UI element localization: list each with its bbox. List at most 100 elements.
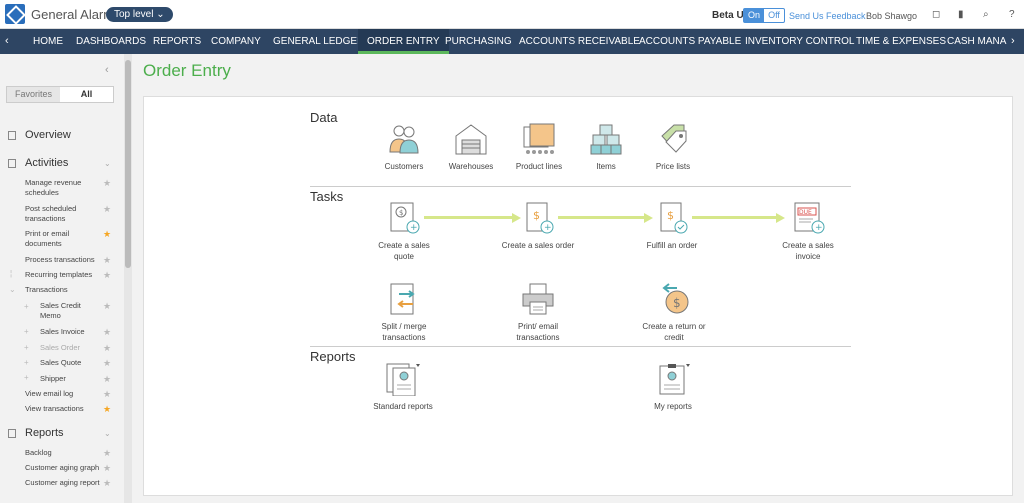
nav-general-ledger[interactable]: GENERAL LEDGER <box>273 29 364 54</box>
company-name[interactable]: General Alarm <box>31 7 114 22</box>
print-email-tile[interactable]: Print/ email transactions <box>506 282 570 343</box>
tab-all[interactable]: All <box>60 87 113 102</box>
svg-text:DUE: DUE <box>799 209 812 216</box>
beta-ui-toggle[interactable]: On Off <box>743 8 785 23</box>
sidebar-item-view-email-log[interactable]: View email log <box>25 389 103 399</box>
split-merge-tile[interactable]: Split / merge transactions <box>371 282 437 343</box>
search-icon[interactable]: ⌕ <box>983 9 989 20</box>
product-lines-icon <box>523 123 555 154</box>
nav-accounts-receivable[interactable]: ACCOUNTS RECEIVABLE <box>519 29 640 54</box>
sidebar-item-process-transactions[interactable]: Process transactions <box>25 255 103 265</box>
star-icon[interactable]: ★ <box>103 374 111 385</box>
sidebar-activities[interactable]: Activities <box>8 157 68 169</box>
entity-level-dropdown[interactable]: Top level ⌄ <box>106 7 173 22</box>
nav-dashboards[interactable]: DASHBOARDS <box>76 29 146 54</box>
toggle-on[interactable]: On <box>744 9 764 22</box>
divider <box>310 186 851 187</box>
star-icon[interactable]: ★ <box>103 204 111 215</box>
tree-line-icon: + <box>24 358 29 367</box>
star-icon[interactable]: ★ <box>103 178 111 189</box>
sidebar-item-post-scheduled[interactable]: Post scheduled transactions <box>25 204 103 224</box>
standard-reports-tile[interactable]: Standard reports <box>368 362 438 412</box>
sidebar-item-sales-order[interactable]: Sales Order <box>40 343 102 353</box>
sidebar-item-view-transactions[interactable]: View transactions <box>25 404 103 414</box>
chat-icon[interactable]: ◻ <box>932 9 940 20</box>
sidebar-overview[interactable]: Overview <box>8 129 71 141</box>
bookmark-icon[interactable]: ▮ <box>958 9 964 20</box>
customers-tile[interactable]: Customers <box>380 122 428 172</box>
star-icon[interactable]: ★ <box>103 389 111 400</box>
sidebar-item-sales-quote[interactable]: Sales Quote <box>40 358 102 368</box>
activities-icon <box>8 158 16 168</box>
nav-scroll-right-icon[interactable]: › <box>1011 35 1015 47</box>
feedback-link[interactable]: Send Us Feedback <box>789 11 866 21</box>
warehouse-icon <box>455 124 487 155</box>
help-icon[interactable]: ? <box>1009 9 1015 20</box>
warehouses-tile[interactable]: Warehouses <box>446 122 496 172</box>
nav-home[interactable]: HOME <box>33 29 63 54</box>
scrollbar-thumb[interactable] <box>125 60 131 268</box>
create-sales-order-tile[interactable]: $ + Create a sales order <box>500 201 576 251</box>
nav-order-entry[interactable]: ORDER ENTRY <box>358 29 449 54</box>
collapse-sidebar-icon[interactable]: ‹ <box>105 64 109 76</box>
nav-cash-management[interactable]: CASH MANA <box>947 29 1006 54</box>
chevron-down-icon[interactable]: ⌄ <box>9 285 16 294</box>
create-return-tile[interactable]: $ Create a return or credit <box>636 282 712 343</box>
star-filled-icon[interactable]: ★ <box>103 229 111 240</box>
split-merge-label: Split / merge transactions <box>381 322 427 342</box>
sidebar-reports[interactable]: Reports <box>8 427 64 439</box>
star-icon[interactable]: ★ <box>103 478 111 489</box>
star-icon[interactable]: ★ <box>103 255 111 266</box>
svg-text:+: + <box>815 223 823 233</box>
sidebar-item-customer-aging-graph[interactable]: Customer aging graph <box>25 463 105 473</box>
create-sales-quote-tile[interactable]: $ + Create a sales quote <box>371 201 437 262</box>
fulfill-order-tile[interactable]: $ Fulfill an order <box>640 201 704 251</box>
star-icon[interactable]: ★ <box>103 327 111 338</box>
price-lists-tile[interactable]: Price lists <box>652 122 694 172</box>
svg-text:$: $ <box>673 296 681 310</box>
tree-line-icon: ¦ <box>10 269 13 278</box>
sidebar-scrollbar[interactable] <box>124 54 132 503</box>
price-tag-icon <box>661 124 687 153</box>
chevron-down-icon[interactable]: ⌄ <box>104 159 111 168</box>
nav-purchasing[interactable]: PURCHASING <box>445 29 512 54</box>
sidebar-item-sales-invoice[interactable]: Sales Invoice <box>40 327 102 337</box>
chevron-down-icon[interactable]: ⌄ <box>104 429 111 438</box>
nav-company[interactable]: COMPANY <box>211 29 261 54</box>
tree-line-icon: + <box>24 302 29 311</box>
star-icon[interactable]: ★ <box>103 448 111 459</box>
sidebar-item-shipper[interactable]: Shipper <box>40 374 102 384</box>
divider <box>310 346 851 347</box>
star-icon[interactable]: ★ <box>103 343 111 354</box>
sidebar-item-customer-aging-report[interactable]: Customer aging report <box>25 478 103 488</box>
data-heading: Data <box>310 110 338 125</box>
fulfill-order-label: Fulfill an order <box>646 241 698 250</box>
sidebar-item-print-email[interactable]: Print or email documents <box>25 229 103 249</box>
create-sales-invoice-tile[interactable]: DUE + Create a sales invoice <box>776 201 840 262</box>
my-reports-tile[interactable]: My reports <box>648 362 698 412</box>
star-icon[interactable]: ★ <box>103 301 111 312</box>
sidebar-item-backlog[interactable]: Backlog <box>25 448 103 458</box>
star-icon[interactable]: ★ <box>103 463 111 474</box>
toggle-off[interactable]: Off <box>764 9 784 22</box>
items-tile[interactable]: Items <box>588 122 624 172</box>
star-icon[interactable]: ★ <box>103 358 111 369</box>
nav-time-expenses[interactable]: TIME & EXPENSES <box>856 29 946 54</box>
user-menu[interactable]: Bob Shawgo <box>866 11 917 21</box>
star-filled-icon[interactable]: ★ <box>103 404 111 415</box>
return-credit-icon: $ <box>662 283 689 314</box>
sidebar-item-transactions[interactable]: Transactions <box>25 285 103 295</box>
sidebar-item-recurring-templates[interactable]: Recurring templates <box>25 270 103 280</box>
nav-accounts-payable[interactable]: ACCOUNTS PAYABLE <box>639 29 741 54</box>
nav-scroll-left-icon[interactable]: ‹ <box>5 35 9 47</box>
warehouses-label: Warehouses <box>448 162 494 171</box>
nav-reports[interactable]: REPORTS <box>153 29 201 54</box>
nav-inventory-control[interactable]: INVENTORY CONTROL <box>745 29 854 54</box>
tab-favorites[interactable]: Favorites <box>7 87 60 102</box>
svg-text:$: $ <box>399 209 403 217</box>
sidebar-item-sales-credit-memo[interactable]: Sales Credit Memo <box>40 301 102 321</box>
sidebar-item-manage-revenue[interactable]: Manage revenue schedules <box>25 178 103 198</box>
star-icon[interactable]: ★ <box>103 270 111 281</box>
product-lines-tile[interactable]: Product lines <box>512 122 566 172</box>
app-logo-icon[interactable] <box>5 4 25 24</box>
